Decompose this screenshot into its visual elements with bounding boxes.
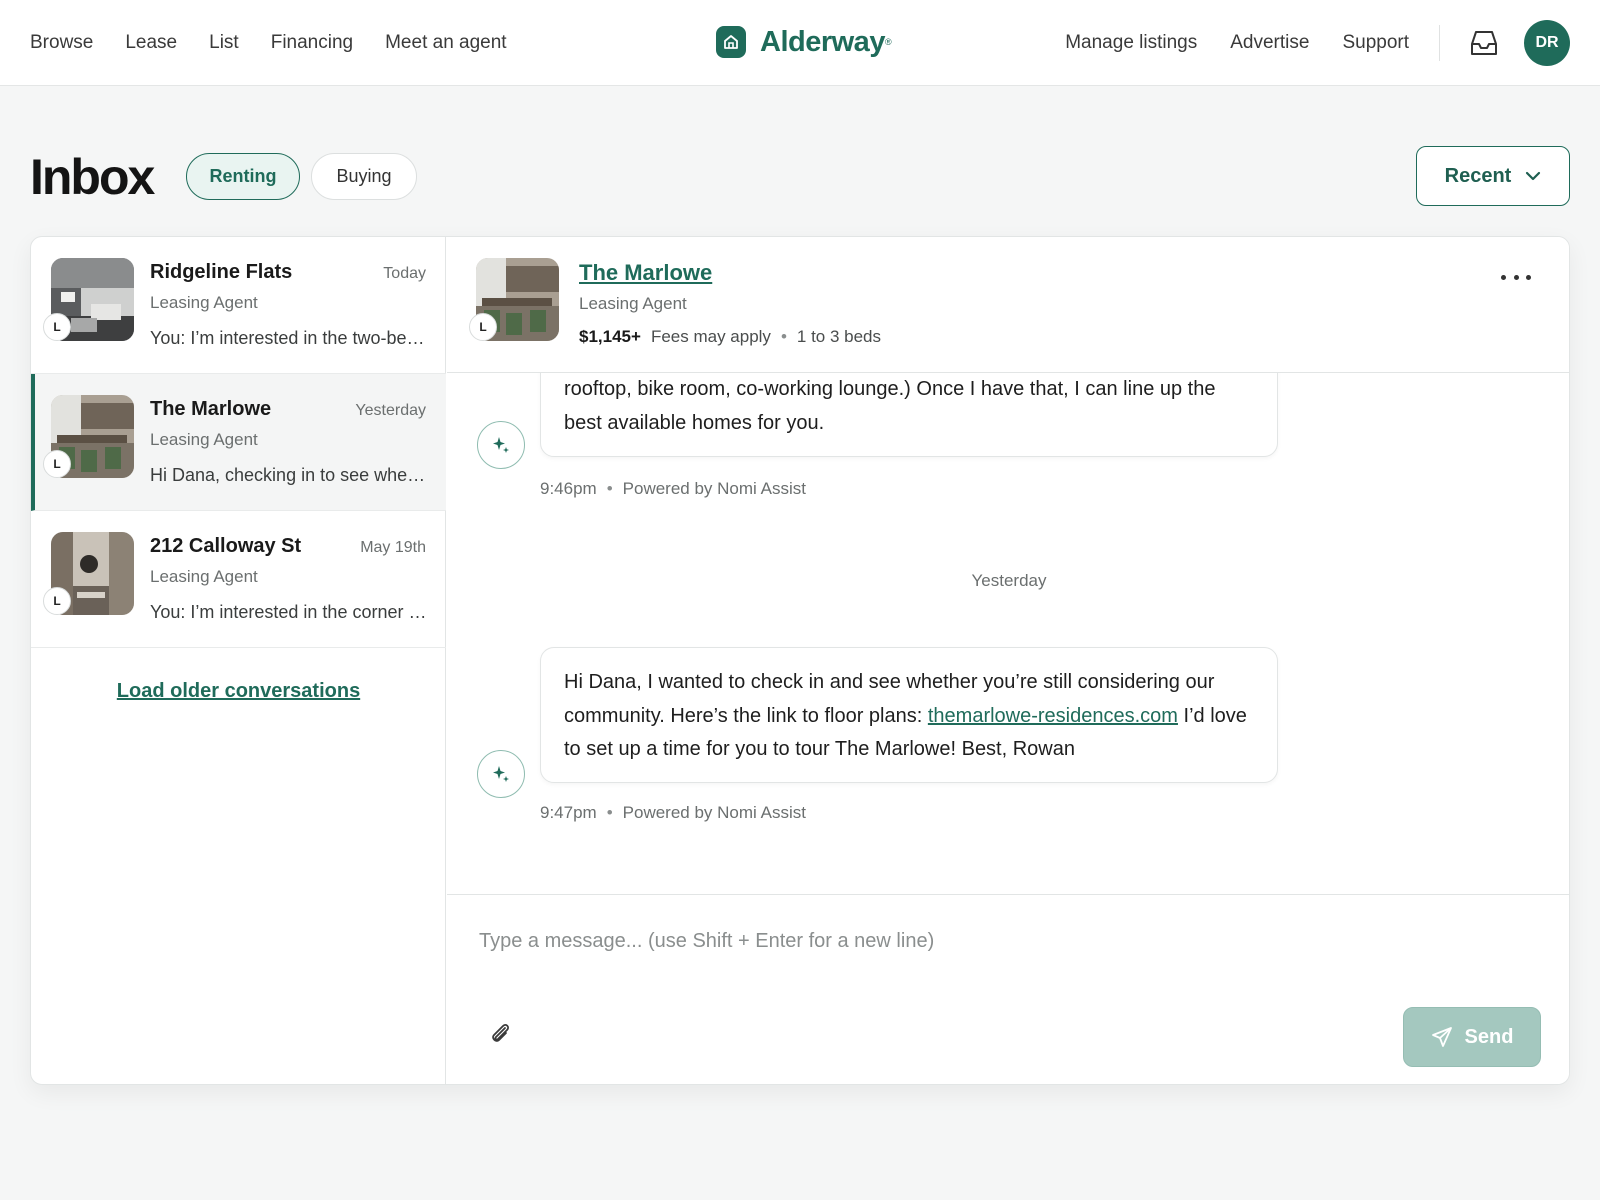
meta-separator: • (780, 327, 787, 346)
message-meta: 9:46pm • Powered by Nomi Assist (540, 479, 806, 499)
more-icon[interactable] (1501, 267, 1531, 287)
conversation-preview: You: I’m interested in the corner unit (150, 602, 430, 622)
message-thread: rooftop, bike room, co-working lounge.) … (447, 373, 1569, 885)
conversation-role: Leasing Agent (150, 430, 258, 449)
page-title: Inbox (30, 149, 155, 205)
conversation-name: 212 Calloway St (150, 535, 302, 557)
message-text: rooftop, bike room, co-working lounge.) … (564, 378, 1216, 434)
conversation-ridgeline-flats[interactable]: L Ridgeline Flats Today Leasing Agent Yo… (31, 237, 446, 374)
message-time: 9:46pm (540, 479, 597, 498)
inbox-panel: L Ridgeline Flats Today Leasing Agent Yo… (30, 236, 1570, 1085)
nav-meet-an-agent[interactable]: Meet an agent (385, 32, 506, 54)
property-name-link[interactable]: The Marlowe (579, 260, 712, 286)
conversation-date: May 19th (360, 539, 426, 556)
paperclip-icon[interactable] (485, 1019, 515, 1049)
load-older-conversations-link[interactable]: Load older conversations (31, 680, 446, 703)
nav-financing[interactable]: Financing (271, 32, 353, 54)
brand-name: Alderway (760, 25, 885, 58)
sort-label: Recent (1444, 164, 1512, 187)
conversation-role: Leasing Agent (150, 293, 258, 312)
nav-support[interactable]: Support (1342, 32, 1409, 54)
send-button[interactable]: Send (1403, 1007, 1541, 1067)
conversation-name: Ridgeline Flats (150, 261, 293, 283)
conversation-the-marlowe[interactable]: L The Marlowe Yesterday Leasing Agent Hi… (31, 374, 446, 511)
powered-by: Powered by Nomi Assist (622, 479, 806, 498)
leasing-badge: L (43, 450, 71, 478)
nav-list[interactable]: List (209, 32, 239, 54)
home-icon (716, 26, 746, 58)
brand-logo[interactable]: Alderway ® (716, 22, 892, 62)
fees-note: Fees may apply (650, 327, 771, 346)
message-input[interactable] (479, 921, 1539, 961)
conversation-date: Yesterday (355, 402, 426, 419)
conversation-role: Leasing Agent (150, 567, 258, 586)
conversation-preview: You: I’m interested in the two-bedroom u… (150, 328, 430, 348)
conversation-header: L The Marlowe Leasing Agent $1,145+ Fees… (447, 237, 1569, 373)
nav-browse[interactable]: Browse (30, 32, 93, 54)
agent-role: Leasing Agent (579, 294, 687, 313)
property-price: $1,145+ (579, 327, 641, 346)
inbox-icon[interactable] (1468, 27, 1500, 59)
message-composer: Send (447, 894, 1569, 1084)
leasing-badge: L (43, 313, 71, 341)
message-meta: 9:47pm • Powered by Nomi Assist (540, 803, 806, 823)
message-bubble: rooftop, bike room, co-working lounge.) … (540, 373, 1278, 457)
conversation-212-calloway-st[interactable]: L 212 Calloway St May 19th Leasing Agent… (31, 511, 446, 648)
nav-divider (1439, 25, 1440, 61)
leasing-badge: L (43, 587, 71, 615)
brand-registered-mark: ® (884, 37, 892, 47)
secondary-nav: Manage listings Advertise Support DR (1032, 0, 1600, 86)
conversation-preview: Hi Dana, checking in to see whether you’… (150, 465, 430, 485)
conversation-list: L Ridgeline Flats Today Leasing Agent Yo… (31, 237, 446, 1084)
nav-lease[interactable]: Lease (125, 32, 177, 54)
powered-by: Powered by Nomi Assist (622, 803, 806, 822)
nav-manage-listings[interactable]: Manage listings (1065, 32, 1197, 54)
user-avatar[interactable]: DR (1524, 20, 1570, 66)
primary-nav: Browse Lease List Financing Meet an agen… (30, 0, 539, 86)
sparkle-icon (477, 421, 525, 469)
nav-advertise[interactable]: Advertise (1230, 32, 1309, 54)
leasing-badge: L (469, 313, 497, 341)
chevron-down-icon (1525, 171, 1541, 181)
send-label: Send (1464, 1025, 1514, 1048)
bed-range: 1 to 3 beds (796, 327, 882, 346)
meta-separator: • (606, 479, 613, 498)
conversation-name: The Marlowe (150, 398, 272, 420)
conversation-detail: L The Marlowe Leasing Agent $1,145+ Fees… (447, 237, 1569, 1084)
top-nav: Browse Lease List Financing Meet an agen… (0, 0, 1600, 86)
property-meta: $1,145+ Fees may apply • 1 to 3 beds (579, 327, 881, 347)
message-bubble: Hi Dana, I wanted to check in and see wh… (540, 647, 1278, 783)
filter-renting[interactable]: Renting (186, 153, 300, 200)
conversation-date: Today (383, 265, 426, 282)
floor-plans-link[interactable]: themarlowe-residences.com (928, 705, 1178, 727)
filter-buying[interactable]: Buying (311, 153, 417, 200)
send-icon (1431, 1027, 1452, 1047)
meta-separator: • (606, 803, 613, 822)
sort-dropdown[interactable]: Recent (1416, 146, 1570, 206)
day-separator: Yesterday (971, 571, 1047, 590)
message-time: 9:47pm (540, 803, 597, 822)
sparkle-icon (477, 750, 525, 798)
